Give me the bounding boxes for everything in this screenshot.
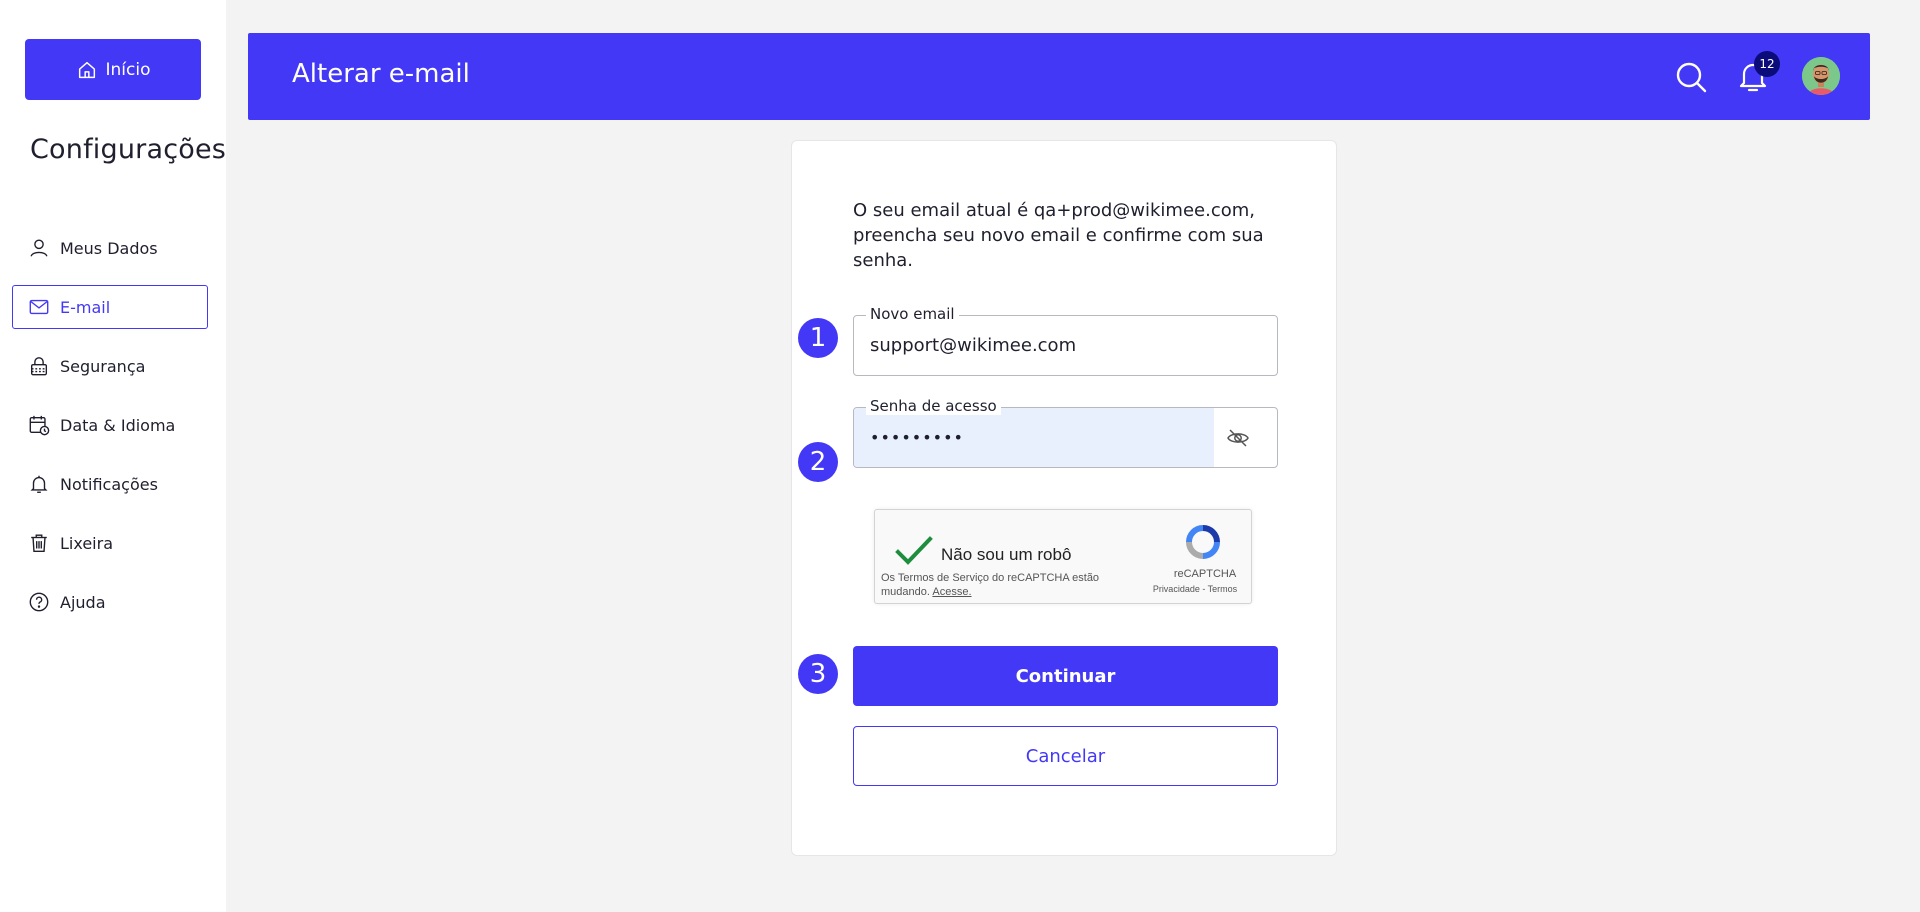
avatar[interactable]	[1802, 57, 1840, 95]
sidebar-item-label: Lixeira	[60, 533, 114, 553]
page-title: Alterar e-mail	[292, 59, 470, 89]
mail-icon	[29, 299, 49, 315]
sidebar-item-seguranca[interactable]: Segurança	[12, 344, 208, 388]
bell-icon	[30, 475, 48, 493]
password-input[interactable]	[870, 408, 1250, 467]
recaptcha-logo-icon	[1186, 525, 1220, 559]
step-3-marker: 3	[798, 654, 838, 694]
sidebar-item-ajuda[interactable]: Ajuda	[12, 580, 208, 624]
sidebar-item-label: Notificações	[60, 474, 158, 494]
new-email-field: Novo email	[853, 305, 1278, 376]
captcha-note-text: Os Termos de Serviço do reCAPTCHA estão …	[881, 572, 1100, 598]
recaptcha-links[interactable]: Privacidade - Termos	[1135, 584, 1255, 594]
captcha-label: Não sou um robô	[941, 545, 1072, 564]
captcha-note-link[interactable]: Acesse.	[932, 586, 971, 598]
home-icon	[78, 61, 95, 78]
sidebar-item-notificacoes[interactable]: Notificações	[12, 462, 208, 506]
checkmark-icon[interactable]	[895, 536, 933, 566]
settings-title: Configurações	[30, 134, 227, 165]
user-icon	[30, 239, 48, 257]
calendar-clock-icon	[29, 415, 50, 436]
sidebar-item-data-idioma[interactable]: Data & Idioma	[12, 403, 208, 447]
sidebar-item-meus-dados[interactable]: Meus Dados	[12, 226, 208, 270]
trash-icon	[31, 534, 47, 552]
sidebar-item-label: Meus Dados	[60, 238, 158, 258]
cancel-button[interactable]: Cancelar	[853, 726, 1278, 786]
step-2-marker: 2	[798, 442, 838, 482]
recaptcha-widget: Não sou um robô Os Termos de Serviço do …	[874, 509, 1252, 604]
sidebar-item-label: Data & Idioma	[60, 415, 176, 435]
sidebar: Início Configurações Meus Dados E-mail S…	[0, 0, 226, 912]
sidebar-item-label: E-mail	[60, 297, 111, 317]
avatar-image	[1802, 57, 1840, 95]
page-header: Alterar e-mail 12	[248, 33, 1870, 120]
home-button-label: Início	[105, 59, 151, 80]
recaptcha-brand: reCAPTCHA	[1173, 568, 1237, 580]
sidebar-item-label: Ajuda	[60, 592, 106, 612]
notification-badge: 12	[1754, 51, 1780, 77]
home-button[interactable]: Início	[25, 39, 201, 100]
new-email-input[interactable]	[870, 316, 1250, 375]
sidebar-item-email[interactable]: E-mail	[12, 285, 208, 329]
eye-off-icon[interactable]	[1226, 426, 1250, 450]
password-field: Senha de acesso	[853, 397, 1278, 468]
settings-nav: Meus Dados E-mail Segurança Data & Idiom…	[12, 226, 208, 639]
sidebar-item-label: Segurança	[60, 356, 146, 376]
continue-button[interactable]: Continuar	[853, 646, 1278, 706]
intro-text: O seu email atual é qa+prod@wikimee.com,…	[853, 200, 1264, 271]
help-icon	[29, 592, 49, 612]
captcha-note: Os Termos de Serviço do reCAPTCHA estão …	[881, 571, 1111, 599]
lock-icon	[30, 357, 48, 376]
step-1-marker: 1	[798, 318, 838, 358]
sidebar-item-lixeira[interactable]: Lixeira	[12, 521, 208, 565]
search-icon[interactable]	[1674, 60, 1708, 94]
change-email-card: O seu email atual é qa+prod@wikimee.com,…	[791, 140, 1337, 856]
